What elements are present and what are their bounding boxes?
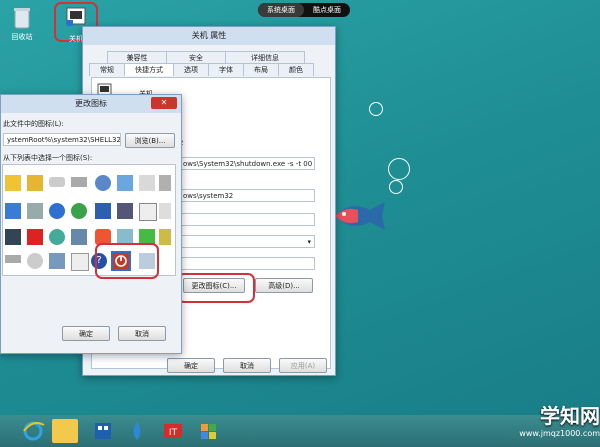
cd-icon[interactable] [27, 253, 43, 269]
run-select[interactable]: ▾ [179, 235, 315, 248]
fish-wallpaper-graphic [330, 196, 390, 238]
close-icon: ✕ [160, 98, 168, 107]
earth-icon[interactable] [71, 203, 87, 219]
water-drop-icon[interactable] [124, 419, 150, 443]
drive-icon[interactable] [5, 255, 21, 263]
start-in-field[interactable]: ows\system32 [179, 189, 315, 202]
puzzle-app-icon[interactable] [196, 419, 222, 443]
desktop-mode-toggle[interactable]: 系统桌面 酷点桌面 [258, 3, 350, 17]
network-icon[interactable] [27, 203, 43, 219]
window-icon[interactable] [139, 175, 155, 191]
change-icon-button[interactable]: 更改图标(C)... [183, 278, 245, 293]
icon-file-field[interactable]: ystemRoot%\system32\SHELL32. [3, 133, 121, 146]
key-icon[interactable] [159, 229, 171, 245]
printer-icon[interactable] [159, 175, 171, 191]
properties-title-bar[interactable]: 关机 属性 [83, 27, 335, 45]
document-icon[interactable] [139, 203, 157, 221]
apply-button[interactable]: 应用(A) [279, 358, 327, 373]
icon-file-label: 此文件中的图标(L): [3, 120, 64, 128]
browse-button[interactable]: 浏览(B)... [125, 133, 175, 148]
icon-list-label: 从下列表中选择一个图标(S): [3, 154, 93, 162]
sync-icon[interactable] [49, 229, 65, 245]
ie-icon[interactable] [20, 419, 46, 443]
keyboard-icon[interactable] [5, 203, 21, 219]
chevron-down-icon: ▾ [307, 238, 311, 246]
tab-font[interactable]: 字体 [208, 63, 244, 76]
target-field[interactable]: ows\System32\shutdown.exe -s -t 00 [179, 157, 315, 170]
explorer-icon[interactable] [52, 419, 78, 443]
ok-button[interactable]: 确定 [167, 358, 215, 373]
bubble-graphic [388, 158, 410, 180]
bubble-graphic [369, 102, 383, 116]
control-panel-icon[interactable] [95, 203, 111, 219]
watermark-url: www.jmqz1000.com [519, 429, 600, 438]
icon-list[interactable]: ? [2, 164, 176, 279]
grid-icon[interactable] [71, 253, 89, 271]
phone-icon[interactable] [5, 229, 21, 245]
drive-icon[interactable] [49, 177, 65, 187]
window-title: 关机 属性 [191, 31, 227, 40]
desktop-icon-recycle-bin[interactable]: 回收站 [2, 4, 42, 42]
chip-icon[interactable] [71, 177, 87, 187]
note-icon[interactable] [159, 203, 171, 219]
users-icon[interactable] [71, 229, 87, 245]
comment-field[interactable] [179, 257, 315, 270]
globe-icon[interactable] [49, 203, 65, 219]
highlight-ring [95, 243, 159, 279]
cancel-button[interactable]: 取消 [223, 358, 271, 373]
toggle-system-desktop[interactable]: 系统桌面 [258, 3, 304, 17]
recycle-bin-icon [10, 4, 34, 30]
monitor-icon[interactable] [117, 175, 133, 191]
close-button[interactable]: ✕ [151, 97, 177, 109]
toggle-kudian-desktop[interactable]: 酷点桌面 [304, 3, 350, 17]
tab-options[interactable]: 选项 [173, 63, 209, 76]
it-app-icon[interactable]: IT [160, 419, 186, 443]
tab-general[interactable]: 常规 [89, 63, 125, 76]
clock-icon[interactable] [95, 175, 111, 191]
dialog-ok-button[interactable]: 确定 [62, 326, 110, 341]
watermark: 学知网 www.jmqz1000.com [488, 400, 600, 447]
media-icon[interactable] [117, 203, 133, 219]
delete-x-icon[interactable] [27, 229, 43, 245]
folder-icon[interactable] [5, 175, 21, 191]
shortcut-key-field[interactable] [179, 213, 315, 226]
desktop-icon-label: 回收站 [11, 33, 33, 41]
tab-colors[interactable]: 颜色 [278, 63, 314, 76]
folder-icon[interactable] [27, 175, 43, 191]
store-icon[interactable] [90, 419, 116, 443]
dialog-cancel-button[interactable]: 取消 [118, 326, 166, 341]
computer-icon[interactable] [49, 253, 65, 269]
change-icon-title-bar[interactable]: 更改图标 ✕ [1, 95, 181, 113]
bubble-graphic [389, 180, 403, 194]
svg-text:IT: IT [169, 428, 178, 438]
watermark-brand: 学知网 [540, 404, 600, 428]
tab-shortcut[interactable]: 快捷方式 [124, 63, 174, 76]
dialog-title: 更改图标 [75, 99, 107, 108]
tab-layout[interactable]: 布局 [243, 63, 279, 76]
advanced-button[interactable]: 高级(D)... [255, 278, 313, 293]
